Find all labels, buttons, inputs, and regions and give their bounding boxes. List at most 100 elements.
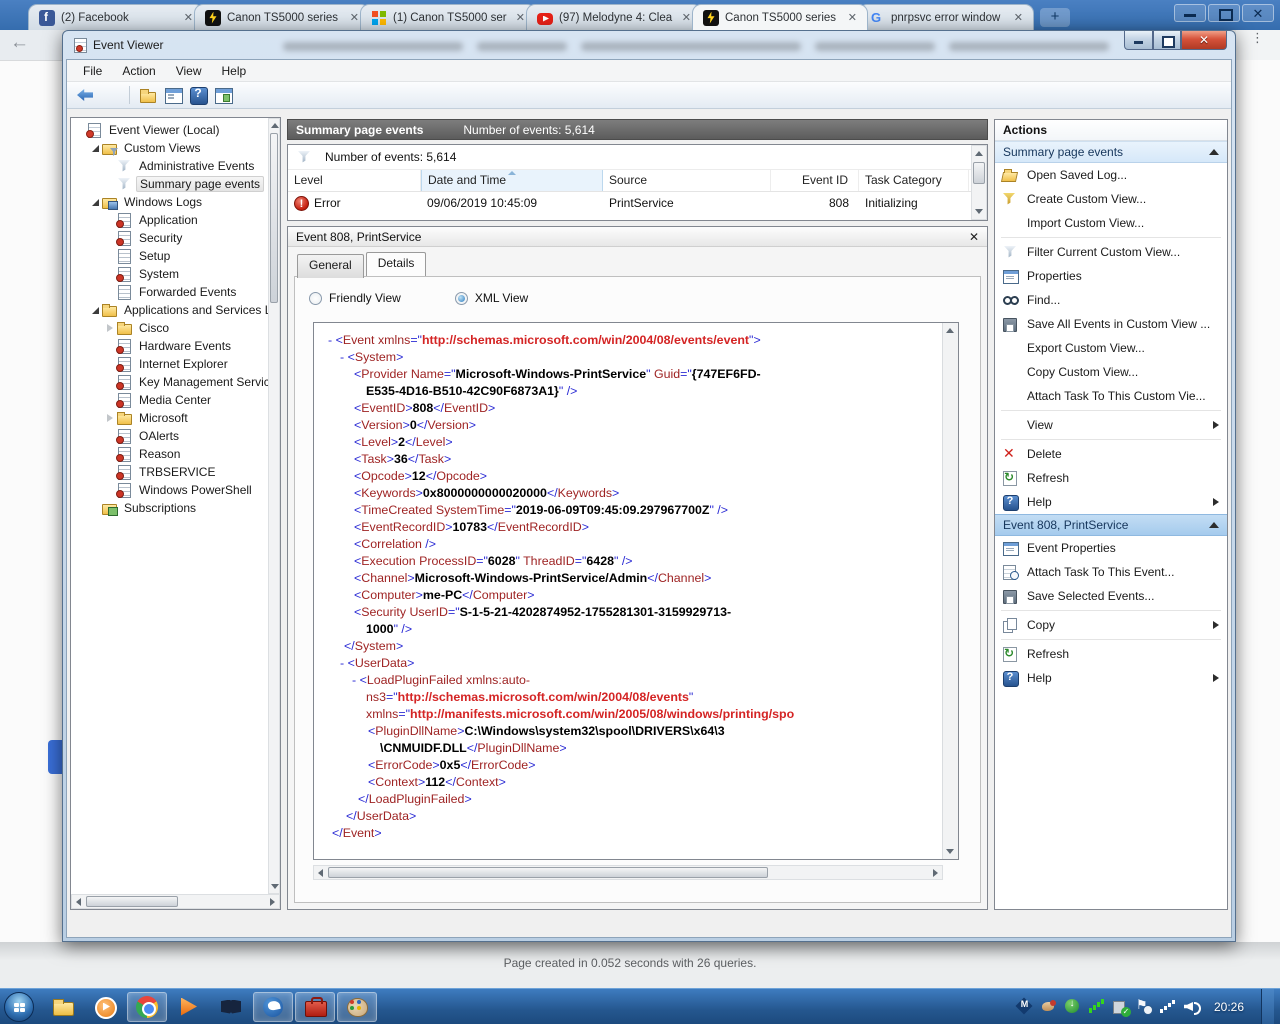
chrome-taskbar-button[interactable]	[127, 992, 167, 1022]
action-save-all-events-in-custom-view[interactable]: Save All Events in Custom View ...	[995, 312, 1227, 336]
column-header-level[interactable]: Level	[288, 170, 421, 191]
tree-item-security[interactable]: Security	[73, 229, 280, 247]
column-header-task-category[interactable]: Task Category	[859, 170, 969, 191]
action-attach-task-to-this-event[interactable]: Attach Task To This Event...	[995, 560, 1227, 584]
actions-section-event-808-printservice[interactable]: Event 808, PrintService	[995, 514, 1227, 536]
help-toolbar-button[interactable]	[188, 85, 209, 105]
tree-item-application[interactable]: Application	[73, 211, 280, 229]
win-toolbar-button[interactable]	[163, 85, 184, 105]
folder-toolbar-button[interactable]	[138, 85, 159, 105]
action-properties[interactable]: Properties	[995, 264, 1227, 288]
tree-item-forwarded-events[interactable]: Forwarded Events	[73, 283, 280, 301]
action-export-custom-view[interactable]: Export Custom View...	[995, 336, 1227, 360]
minimize-button[interactable]	[1124, 31, 1153, 50]
browser-tab-pnrpsvc-error-window[interactable]: pnrpsvc error window✕	[858, 4, 1034, 30]
usb-tray-icon[interactable]	[1112, 998, 1129, 1015]
browser-minimize-button[interactable]	[1174, 4, 1206, 22]
barsw-tray-icon[interactable]	[1160, 998, 1177, 1015]
browser-tab-canon-ts5000-series[interactable]: Canon TS5000 series✕	[692, 4, 868, 30]
tree-item-administrative-events[interactable]: Administrative Events	[73, 157, 280, 175]
menu-file[interactable]: File	[73, 61, 112, 81]
tree-item-key-management-service[interactable]: Key Management Service	[73, 373, 280, 391]
action-create-custom-view[interactable]: Create Custom View...	[995, 187, 1227, 211]
collapse-icon[interactable]	[90, 142, 101, 154]
xml-content[interactable]: - <Event xmlns="http://schemas.microsoft…	[314, 323, 942, 859]
action-copy-custom-view[interactable]: Copy Custom View...	[995, 360, 1227, 384]
radio-icon[interactable]	[309, 292, 322, 305]
page-blue-button-edge[interactable]	[48, 740, 62, 774]
action-event-properties[interactable]: Event Properties	[995, 536, 1227, 560]
tree-item-setup[interactable]: Setup	[73, 247, 280, 265]
xml-horizontal-scrollbar[interactable]	[313, 865, 943, 880]
xml-vertical-scrollbar[interactable]	[942, 323, 958, 859]
tab-details[interactable]: Details	[366, 252, 427, 276]
action-help[interactable]: Help	[995, 666, 1227, 690]
tab-close-icon[interactable]: ✕	[846, 11, 859, 24]
action-refresh[interactable]: Refresh	[995, 642, 1227, 666]
column-header-source[interactable]: Source	[603, 170, 771, 191]
explorer-taskbar-button[interactable]	[43, 992, 83, 1022]
browser-tab-97-melodyne-4-clea[interactable]: (97) Melodyne 4: Clea✕	[526, 4, 702, 30]
new-tab-button[interactable]: +	[1040, 8, 1070, 27]
menu-view[interactable]: View	[166, 61, 212, 81]
tree-item-oalerts[interactable]: OAlerts	[73, 427, 280, 445]
event-viewer-titlebar[interactable]: Event Viewer	[63, 31, 1235, 59]
tab-general[interactable]: General	[297, 254, 364, 278]
show-desktop-button[interactable]	[1261, 989, 1274, 1024]
tree-item-cisco[interactable]: Cisco	[73, 319, 280, 337]
collapse-icon[interactable]	[1209, 149, 1219, 155]
tree-item-summary-page-events[interactable]: Summary page events	[73, 175, 280, 193]
action-refresh[interactable]: Refresh	[995, 466, 1227, 490]
expand-icon[interactable]	[105, 412, 116, 424]
restore-button[interactable]	[1153, 31, 1181, 50]
mbam-tray-icon[interactable]	[1016, 998, 1033, 1015]
close-button[interactable]	[1181, 31, 1227, 50]
tab-close-icon[interactable]: ✕	[1012, 11, 1025, 24]
column-header-event-id[interactable]: Event ID	[771, 170, 859, 191]
tree-item-internet-explorer[interactable]: Internet Explorer	[73, 355, 280, 373]
browser-tab-2-facebook[interactable]: (2) Facebook✕	[28, 4, 204, 30]
radio-selected-icon[interactable]	[455, 292, 468, 305]
forward-toolbar-button[interactable]	[100, 85, 121, 105]
back-toolbar-button[interactable]	[75, 85, 96, 105]
barsg-tray-icon[interactable]	[1088, 998, 1105, 1015]
action-copy[interactable]: Copy	[995, 613, 1227, 637]
action-filter-current-custom-view[interactable]: Filter Current Custom View...	[995, 240, 1227, 264]
browser-close-button[interactable]	[1242, 4, 1274, 22]
wmp-taskbar-button[interactable]	[85, 992, 125, 1022]
tree-item-media-center[interactable]: Media Center	[73, 391, 280, 409]
menu-help[interactable]: Help	[212, 61, 257, 81]
browser-back-icon[interactable]: ←	[10, 32, 29, 54]
hand-tray-icon[interactable]	[1040, 998, 1057, 1015]
action-delete[interactable]: Delete	[995, 442, 1227, 466]
vol-tray-icon[interactable]	[1184, 998, 1201, 1015]
expand-icon[interactable]	[105, 322, 116, 334]
play-taskbar-button[interactable]	[169, 992, 209, 1022]
win2-toolbar-button[interactable]	[213, 85, 234, 105]
tree-item-subscriptions[interactable]: Subscriptions	[73, 499, 280, 517]
radio-friendly-view[interactable]: Friendly View	[309, 291, 401, 305]
tree-item-applications-and-services-logs[interactable]: Applications and Services Logs	[73, 301, 280, 319]
tree-item-hardware-events[interactable]: Hardware Events	[73, 337, 280, 355]
tree-item-windows-logs[interactable]: Windows Logs	[73, 193, 280, 211]
browser-tab-canon-ts5000-series[interactable]: Canon TS5000 series✕	[194, 4, 370, 30]
bird-taskbar-button[interactable]	[253, 992, 293, 1022]
tree-item-windows-powershell[interactable]: Windows PowerShell	[73, 481, 280, 499]
tree-horizontal-scrollbar[interactable]	[71, 894, 280, 909]
flag-tray-icon[interactable]	[1136, 998, 1153, 1015]
column-header-date-and-time[interactable]: Date and Time	[421, 170, 603, 191]
tree-item-event-viewer-local[interactable]: Event Viewer (Local)	[73, 121, 280, 139]
collapse-icon[interactable]	[90, 196, 101, 208]
collapse-icon[interactable]	[1209, 522, 1219, 528]
book-taskbar-button[interactable]	[211, 992, 251, 1022]
menu-action[interactable]: Action	[112, 61, 165, 81]
palette-taskbar-button[interactable]	[337, 992, 377, 1022]
idm-tray-icon[interactable]	[1064, 998, 1081, 1015]
action-save-selected-events[interactable]: Save Selected Events...	[995, 584, 1227, 608]
browser-tab-1-canon-ts5000-ser[interactable]: (1) Canon TS5000 ser✕	[360, 4, 536, 30]
action-help[interactable]: Help	[995, 490, 1227, 514]
event-row[interactable]: Error09/06/2019 10:45:09PrintService808I…	[288, 192, 987, 214]
toolbox-taskbar-button[interactable]	[295, 992, 335, 1022]
actions-section-summary-page-events[interactable]: Summary page events	[995, 141, 1227, 163]
tree-item-custom-views[interactable]: Custom Views	[73, 139, 280, 157]
